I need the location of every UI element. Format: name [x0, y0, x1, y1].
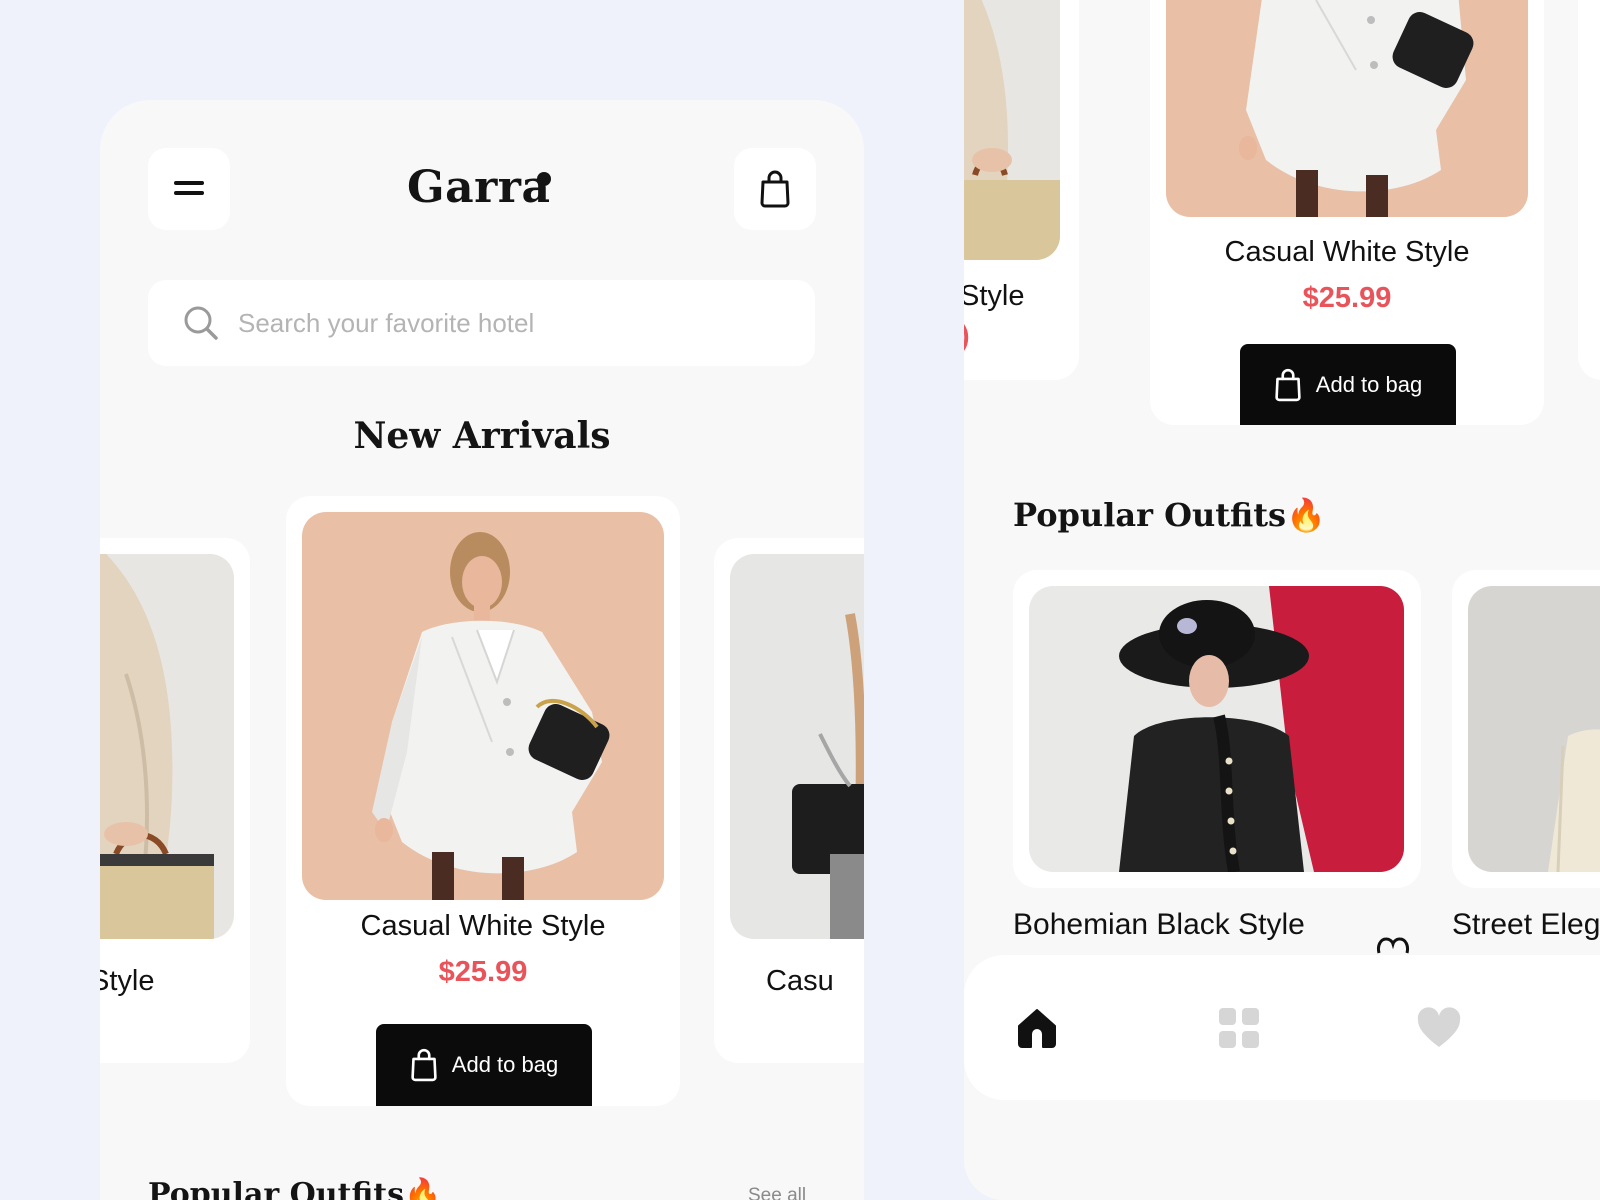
product-photo-beige-coat — [100, 554, 234, 939]
product-price: $25.99 — [1302, 282, 1392, 314]
nav-categories[interactable] — [1204, 993, 1274, 1063]
product-card-partial-right[interactable] — [1578, 0, 1600, 380]
search-bar[interactable] — [148, 280, 815, 366]
product-card-partial-right[interactable]: Casu — [714, 538, 864, 1063]
nav-home[interactable] — [1002, 993, 1072, 1063]
product-title: Style — [964, 280, 1025, 312]
product-image — [964, 0, 1060, 260]
bottom-navigation — [964, 955, 1600, 1100]
menu-button[interactable] — [148, 148, 230, 230]
add-to-bag-button[interactable]: Add to bag — [1240, 344, 1456, 425]
product-price: $25.99 — [438, 956, 528, 988]
app-logo: Garra — [407, 162, 551, 213]
bag-button[interactable] — [734, 148, 816, 230]
popular-image — [1468, 586, 1600, 872]
product-image — [302, 512, 664, 900]
product-title: Casual White Style — [1224, 236, 1470, 268]
favorite-button[interactable] — [1376, 935, 1410, 960]
product-image — [730, 554, 864, 939]
popular-title: Bohemian Black Style — [1013, 908, 1305, 941]
popular-card[interactable] — [1452, 570, 1600, 888]
home-screen-right: Style ) Casual White Style $25.99 — [964, 0, 1600, 1200]
search-input[interactable] — [238, 300, 778, 346]
product-card[interactable]: Casual White Style $25.99 Add to bag — [1150, 0, 1544, 425]
product-card[interactable]: Casual White Style $25.99 Add to bag — [286, 496, 680, 1106]
product-photo-black-hat — [1029, 586, 1404, 872]
product-card-partial-left[interactable]: Style ) — [964, 0, 1079, 380]
shopping-bag-icon — [760, 170, 790, 208]
logo-dot — [537, 172, 551, 186]
product-image — [1166, 0, 1528, 217]
section-title-popular-outfits: Popular Outfits🔥 — [148, 1177, 441, 1200]
see-all-link[interactable]: See all — [748, 1185, 806, 1200]
product-title: Casu — [766, 965, 834, 997]
add-to-bag-button[interactable]: Add to bag — [376, 1024, 592, 1106]
add-to-bag-label: Add to bag — [451, 1052, 559, 1077]
grid-icon — [1219, 1008, 1259, 1048]
product-photo-grey-coat — [730, 554, 864, 939]
add-to-bag-label: Add to bag — [1315, 371, 1423, 397]
menu-icon — [174, 181, 204, 195]
heart-icon — [1417, 1007, 1461, 1047]
popular-image — [1029, 586, 1404, 872]
section-title-popular-outfits: Popular Outfits🔥 — [1013, 496, 1326, 534]
fire-icon: 🔥 — [404, 1177, 442, 1200]
shopping-bag-icon — [411, 1048, 437, 1082]
home-icon — [1018, 1009, 1056, 1048]
nav-favorites[interactable] — [1404, 993, 1474, 1063]
product-image — [100, 554, 234, 939]
section-title-new-arrivals: New Arrivals — [353, 415, 611, 457]
popular-card[interactable] — [1013, 570, 1421, 888]
fire-icon: 🔥 — [1286, 496, 1326, 534]
popular-title: Street Eleg — [1452, 908, 1600, 941]
product-title: Casual White Style — [360, 910, 606, 942]
shopping-bag-icon — [1275, 368, 1301, 401]
product-card-partial-left[interactable]: Style ) — [100, 538, 250, 1063]
product-title: Style — [100, 965, 155, 997]
product-photo-white-blazer — [1166, 0, 1528, 217]
product-photo-white-blazer — [302, 512, 664, 900]
product-photo-beige-coat — [964, 0, 1060, 260]
product-price: ) — [964, 320, 970, 353]
home-screen-left: Garra New Arrivals Style — [100, 100, 864, 1200]
search-icon — [184, 306, 218, 340]
heart-outline-icon — [1377, 937, 1409, 954]
product-photo-cream-blazer — [1468, 586, 1600, 872]
